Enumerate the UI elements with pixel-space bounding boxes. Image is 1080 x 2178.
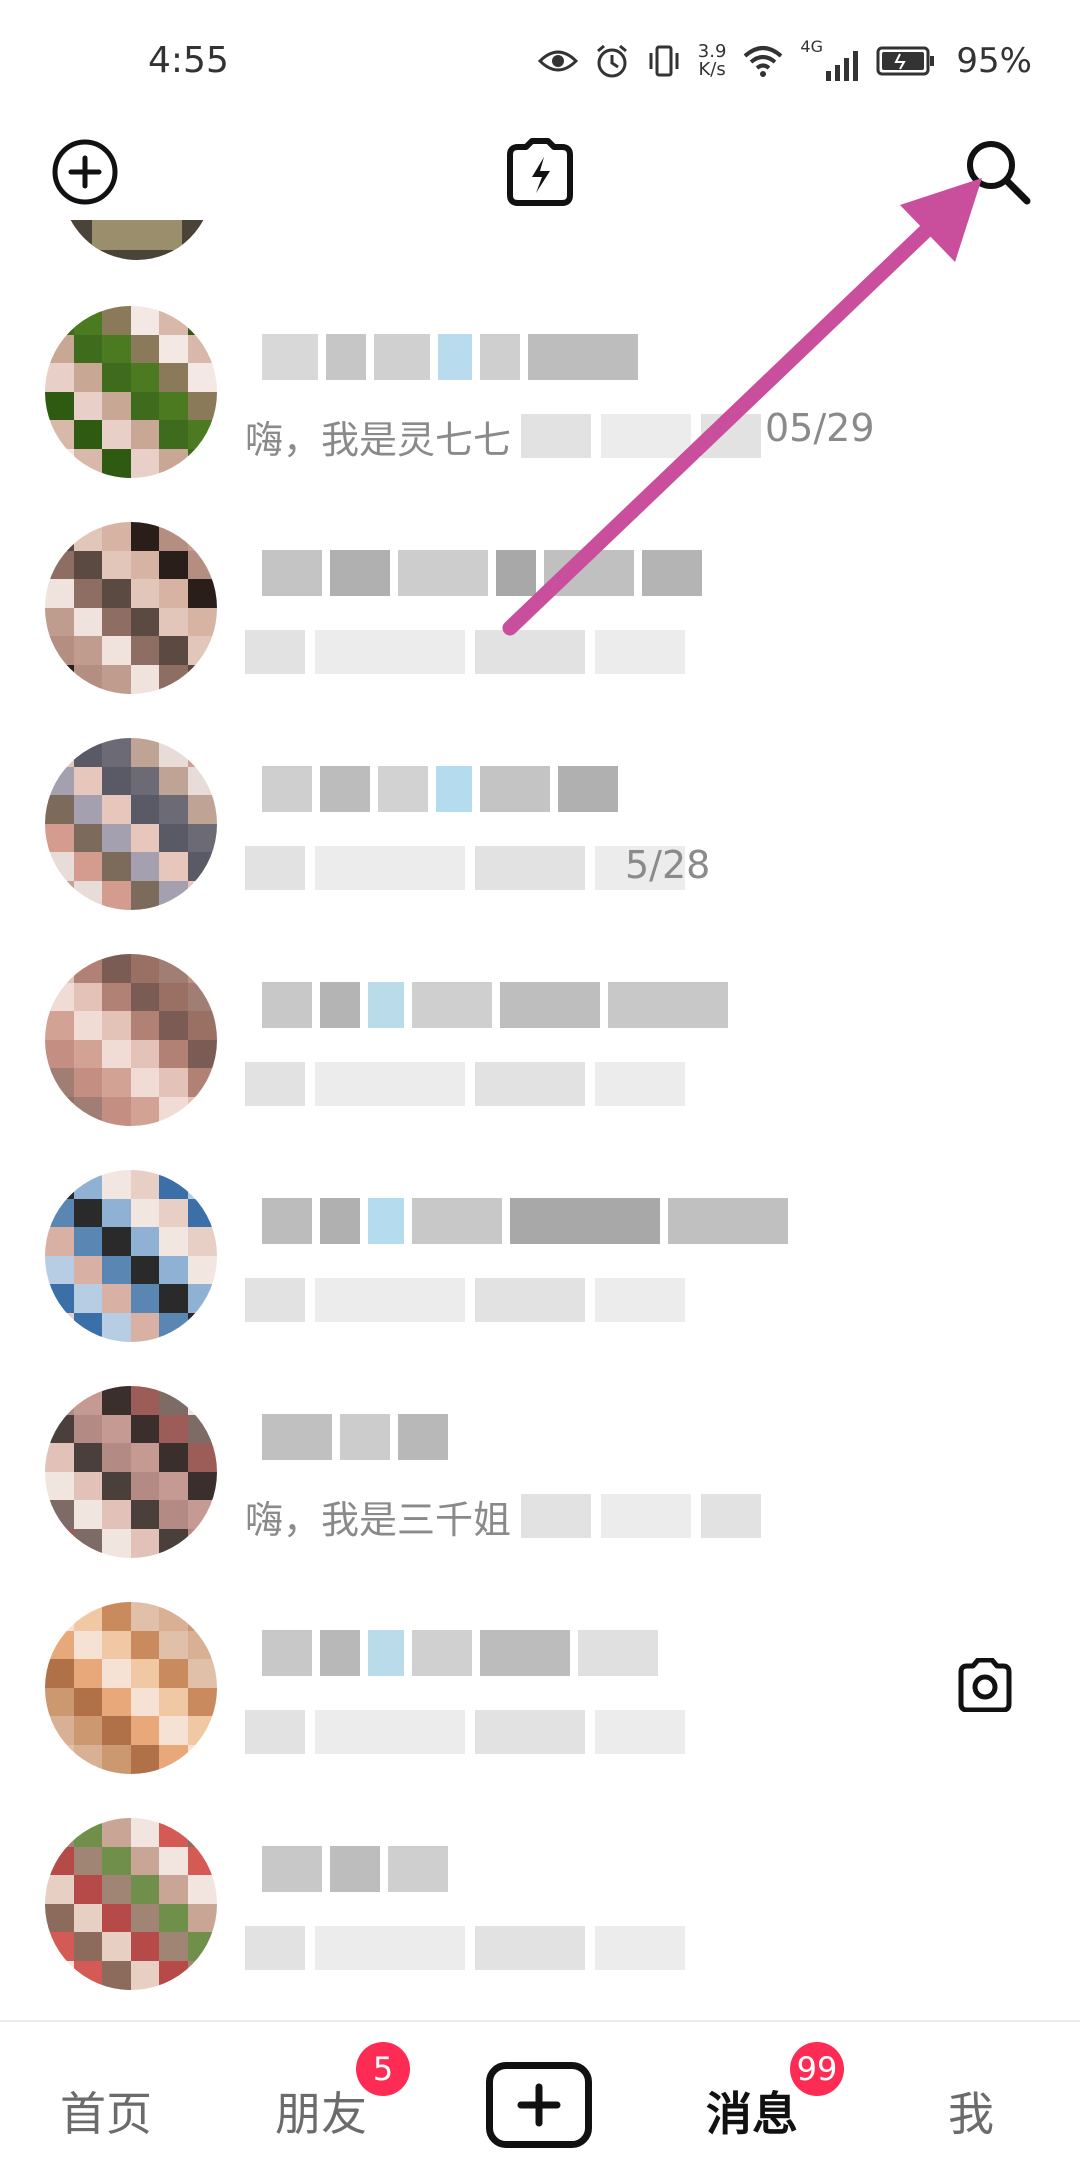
chat-row[interactable] xyxy=(0,1808,1080,2008)
chat-row[interactable] xyxy=(0,1160,1080,1360)
contact-name xyxy=(262,1410,448,1464)
top-bar xyxy=(0,120,1080,220)
nav-friends[interactable]: 朋友 xyxy=(275,2078,367,2144)
camera-icon xyxy=(958,1658,1012,1712)
camera-button[interactable] xyxy=(950,1650,1020,1720)
message-date: 05/29 xyxy=(765,406,875,450)
nav-home[interactable]: 首页 xyxy=(60,2078,152,2144)
net-speed-unit: K/s xyxy=(698,59,726,80)
contact-name xyxy=(262,1842,448,1896)
contact-name xyxy=(262,762,618,816)
message-date: 5/28 xyxy=(625,843,711,887)
contact-name xyxy=(262,546,702,600)
message-preview: 嗨，我是三千姐 xyxy=(245,1486,762,1546)
lightning-camera-icon xyxy=(507,138,573,206)
alarm-icon xyxy=(596,44,627,78)
message-preview xyxy=(245,622,685,682)
search-icon xyxy=(967,141,1031,205)
avatar-partial xyxy=(62,220,212,260)
preview-text: 嗨，我是三千姐 xyxy=(245,1497,512,1542)
chat-row[interactable]: 5/28 xyxy=(0,728,1080,928)
avatar xyxy=(45,738,217,910)
message-preview xyxy=(245,1918,685,1978)
contact-name xyxy=(262,330,638,384)
friends-badge: 5 xyxy=(356,2042,410,2096)
contact-name xyxy=(262,978,728,1032)
status-bar: 4:55 3.9 K/s 4G 95% xyxy=(0,0,1080,120)
chat-row[interactable]: 嗨，我是灵七七 05/29 xyxy=(0,296,1080,496)
chat-row[interactable] xyxy=(0,1592,1080,1792)
preview-text: 嗨，我是灵七七 xyxy=(245,417,512,462)
avatar xyxy=(45,1818,217,1990)
message-preview xyxy=(245,1702,685,1762)
vibrate-icon xyxy=(649,45,679,77)
bottom-nav: 首页 朋友 5 消息 99 我 xyxy=(0,2020,1080,2178)
plus-icon xyxy=(517,2083,561,2127)
message-preview xyxy=(245,1270,685,1330)
avatar xyxy=(45,954,217,1126)
create-button[interactable] xyxy=(486,2062,592,2148)
avatar xyxy=(45,1386,217,1558)
wifi-icon xyxy=(744,46,783,77)
contact-name xyxy=(262,1194,788,1248)
avatar xyxy=(45,1170,217,1342)
net-speed: 3.9 K/s xyxy=(698,43,727,79)
message-preview xyxy=(245,1054,685,1114)
flash-camera-button[interactable] xyxy=(500,132,580,212)
network-type: 4G xyxy=(800,37,823,56)
avatar xyxy=(45,522,217,694)
chat-row[interactable] xyxy=(0,512,1080,712)
avatar xyxy=(45,1602,217,1774)
chat-row[interactable] xyxy=(0,944,1080,1144)
contact-name xyxy=(262,1626,658,1680)
eye-icon xyxy=(537,50,578,72)
signal-icon xyxy=(826,51,859,81)
nav-messages[interactable]: 消息 xyxy=(706,2078,798,2144)
status-icons: 3.9 K/s 4G 95% xyxy=(537,36,1032,86)
chat-list: 嗨，我是灵七七 05/29 5/28 嗨，我是三千姐 xyxy=(0,220,1080,2020)
messages-badge: 99 xyxy=(790,2042,844,2096)
nav-me[interactable]: 我 xyxy=(948,2078,994,2144)
cell-signal: 4G xyxy=(800,37,860,81)
battery-icon xyxy=(876,46,935,76)
status-time: 4:55 xyxy=(148,40,229,81)
message-preview xyxy=(245,838,685,898)
battery-percent: 95% xyxy=(956,41,1032,81)
add-button[interactable] xyxy=(45,132,125,212)
plus-circle-icon xyxy=(52,139,118,205)
chat-row[interactable]: 嗨，我是三千姐 xyxy=(0,1376,1080,1576)
message-preview: 嗨，我是灵七七 xyxy=(245,406,762,466)
search-button[interactable] xyxy=(958,132,1038,212)
avatar xyxy=(45,306,217,478)
